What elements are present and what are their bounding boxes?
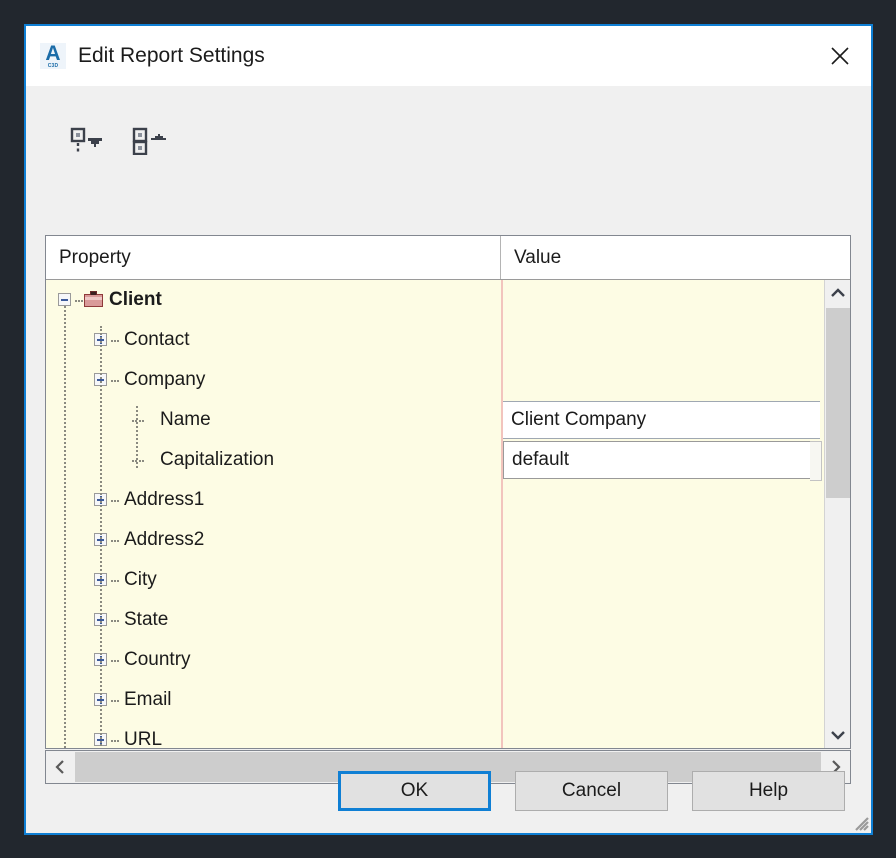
tree-connector bbox=[111, 740, 119, 742]
property-name: City bbox=[124, 569, 157, 590]
chevron-down-icon bbox=[831, 731, 845, 740]
property-name: Client bbox=[109, 289, 162, 310]
table-row[interactable]: Address2 bbox=[46, 520, 824, 560]
property-cell[interactable]: City bbox=[46, 560, 501, 600]
resize-grip-icon[interactable] bbox=[851, 813, 869, 831]
scroll-up-button[interactable] bbox=[825, 280, 850, 306]
vertical-scrollbar[interactable] bbox=[824, 280, 850, 748]
column-header-property[interactable]: Property bbox=[46, 236, 501, 279]
tree-connector bbox=[111, 340, 119, 342]
property-cell[interactable]: Address2 bbox=[46, 520, 501, 560]
property-name: Email bbox=[124, 689, 172, 710]
grid-header-row: Property Value bbox=[46, 236, 850, 280]
chevron-up-icon bbox=[831, 288, 845, 297]
tree-connector bbox=[132, 460, 144, 462]
tree-connector bbox=[111, 620, 119, 622]
table-row[interactable]: State bbox=[46, 600, 824, 640]
value-cell[interactable] bbox=[501, 560, 824, 600]
table-row[interactable]: City bbox=[46, 560, 824, 600]
value-cell[interactable]: default bbox=[501, 440, 824, 481]
value-cell[interactable] bbox=[501, 480, 824, 520]
table-row[interactable]: Email bbox=[46, 680, 824, 720]
dialog-body: Property Value Client Contact Company Name C… bbox=[26, 86, 871, 833]
tree-trunk-line bbox=[100, 326, 102, 746]
tree-connector bbox=[111, 700, 119, 702]
tree-trunk-line bbox=[136, 406, 138, 468]
property-grid: Property Value Client Contact Company Name C… bbox=[45, 235, 851, 749]
table-row[interactable]: Name Client Company bbox=[46, 400, 824, 440]
column-header-value[interactable]: Value bbox=[501, 236, 850, 279]
value-cell[interactable] bbox=[501, 640, 824, 680]
close-button[interactable] bbox=[809, 26, 871, 86]
property-cell[interactable]: Address1 bbox=[46, 480, 501, 520]
dialog-footer: OK Cancel Help bbox=[26, 771, 871, 811]
scroll-down-button[interactable] bbox=[825, 722, 850, 748]
property-cell[interactable]: Contact bbox=[46, 320, 501, 360]
briefcase-icon bbox=[84, 291, 103, 307]
table-row[interactable]: Company bbox=[46, 360, 824, 400]
table-row[interactable]: Address1 bbox=[46, 480, 824, 520]
table-row[interactable]: Country bbox=[46, 640, 824, 680]
property-name: Name bbox=[160, 409, 211, 430]
property-name: Company bbox=[124, 369, 206, 390]
property-cell[interactable]: Email bbox=[46, 680, 501, 720]
property-cell[interactable]: Company bbox=[46, 360, 501, 400]
ok-button[interactable]: OK bbox=[338, 771, 491, 811]
table-row[interactable]: Client bbox=[46, 280, 824, 320]
property-name: Address2 bbox=[124, 529, 205, 550]
grid-toolbar bbox=[70, 124, 172, 158]
value-cell[interactable] bbox=[501, 520, 824, 560]
tree-connector bbox=[111, 500, 119, 502]
property-name: Address1 bbox=[124, 489, 205, 510]
value-cell[interactable] bbox=[501, 600, 824, 640]
help-button[interactable]: Help bbox=[692, 771, 845, 811]
tree-collapse-button[interactable] bbox=[58, 293, 71, 306]
grid-viewport: Client Contact Company Name Client Company Ca… bbox=[46, 280, 850, 748]
tree-connector bbox=[75, 300, 83, 302]
property-cell[interactable]: Name bbox=[46, 400, 501, 440]
edit-report-settings-dialog: A C3D Edit Report Settings Property Valu… bbox=[24, 24, 873, 835]
value-cell[interactable] bbox=[501, 360, 824, 400]
tree-connector bbox=[111, 580, 119, 582]
title-bar: A C3D Edit Report Settings bbox=[26, 26, 871, 86]
table-row[interactable]: Contact bbox=[46, 320, 824, 360]
property-cell[interactable]: Country bbox=[46, 640, 501, 680]
value-cell[interactable] bbox=[501, 720, 824, 748]
property-name: Capitalization bbox=[160, 449, 275, 470]
grid-rows: Client Contact Company Name Client Company Ca… bbox=[46, 280, 824, 748]
page-title: Edit Report Settings bbox=[78, 44, 265, 67]
column-divider[interactable] bbox=[501, 280, 503, 748]
cancel-button[interactable]: Cancel bbox=[515, 771, 668, 811]
property-cell[interactable]: URL bbox=[46, 720, 501, 748]
property-name: State bbox=[124, 609, 169, 630]
tree-trunk-line bbox=[64, 306, 66, 748]
tree-connector bbox=[111, 660, 119, 662]
property-cell[interactable]: Capitalization bbox=[46, 440, 501, 480]
value-combobox[interactable]: default bbox=[503, 441, 822, 481]
property-cell[interactable]: Client bbox=[46, 280, 501, 320]
tree-connector bbox=[132, 420, 144, 422]
value-cell[interactable] bbox=[501, 320, 824, 360]
close-icon bbox=[831, 47, 849, 65]
collapse-all-dropdown-button[interactable] bbox=[70, 126, 110, 156]
tree-connector bbox=[111, 540, 119, 542]
table-row[interactable]: Capitalization default bbox=[46, 440, 824, 481]
property-cell[interactable]: State bbox=[46, 600, 501, 640]
app-icon-sublabel: C3D bbox=[47, 63, 59, 69]
property-name: URL bbox=[124, 729, 163, 748]
property-name: Country bbox=[124, 649, 191, 670]
tree-connector bbox=[111, 380, 119, 382]
sort-categorized-button[interactable] bbox=[132, 126, 172, 156]
table-row[interactable]: URL bbox=[46, 720, 824, 748]
value-cell[interactable] bbox=[501, 280, 824, 320]
sort-categorized-icon bbox=[132, 127, 166, 155]
value-input[interactable]: Client Company bbox=[503, 401, 820, 439]
value-cell[interactable] bbox=[501, 680, 824, 720]
value-cell[interactable]: Client Company bbox=[501, 400, 824, 440]
vertical-scroll-thumb[interactable] bbox=[826, 308, 850, 498]
autocad-civil3d-icon: A C3D bbox=[40, 42, 66, 69]
property-name: Contact bbox=[124, 329, 190, 350]
tree-collapse-dropdown-icon bbox=[70, 127, 102, 153]
